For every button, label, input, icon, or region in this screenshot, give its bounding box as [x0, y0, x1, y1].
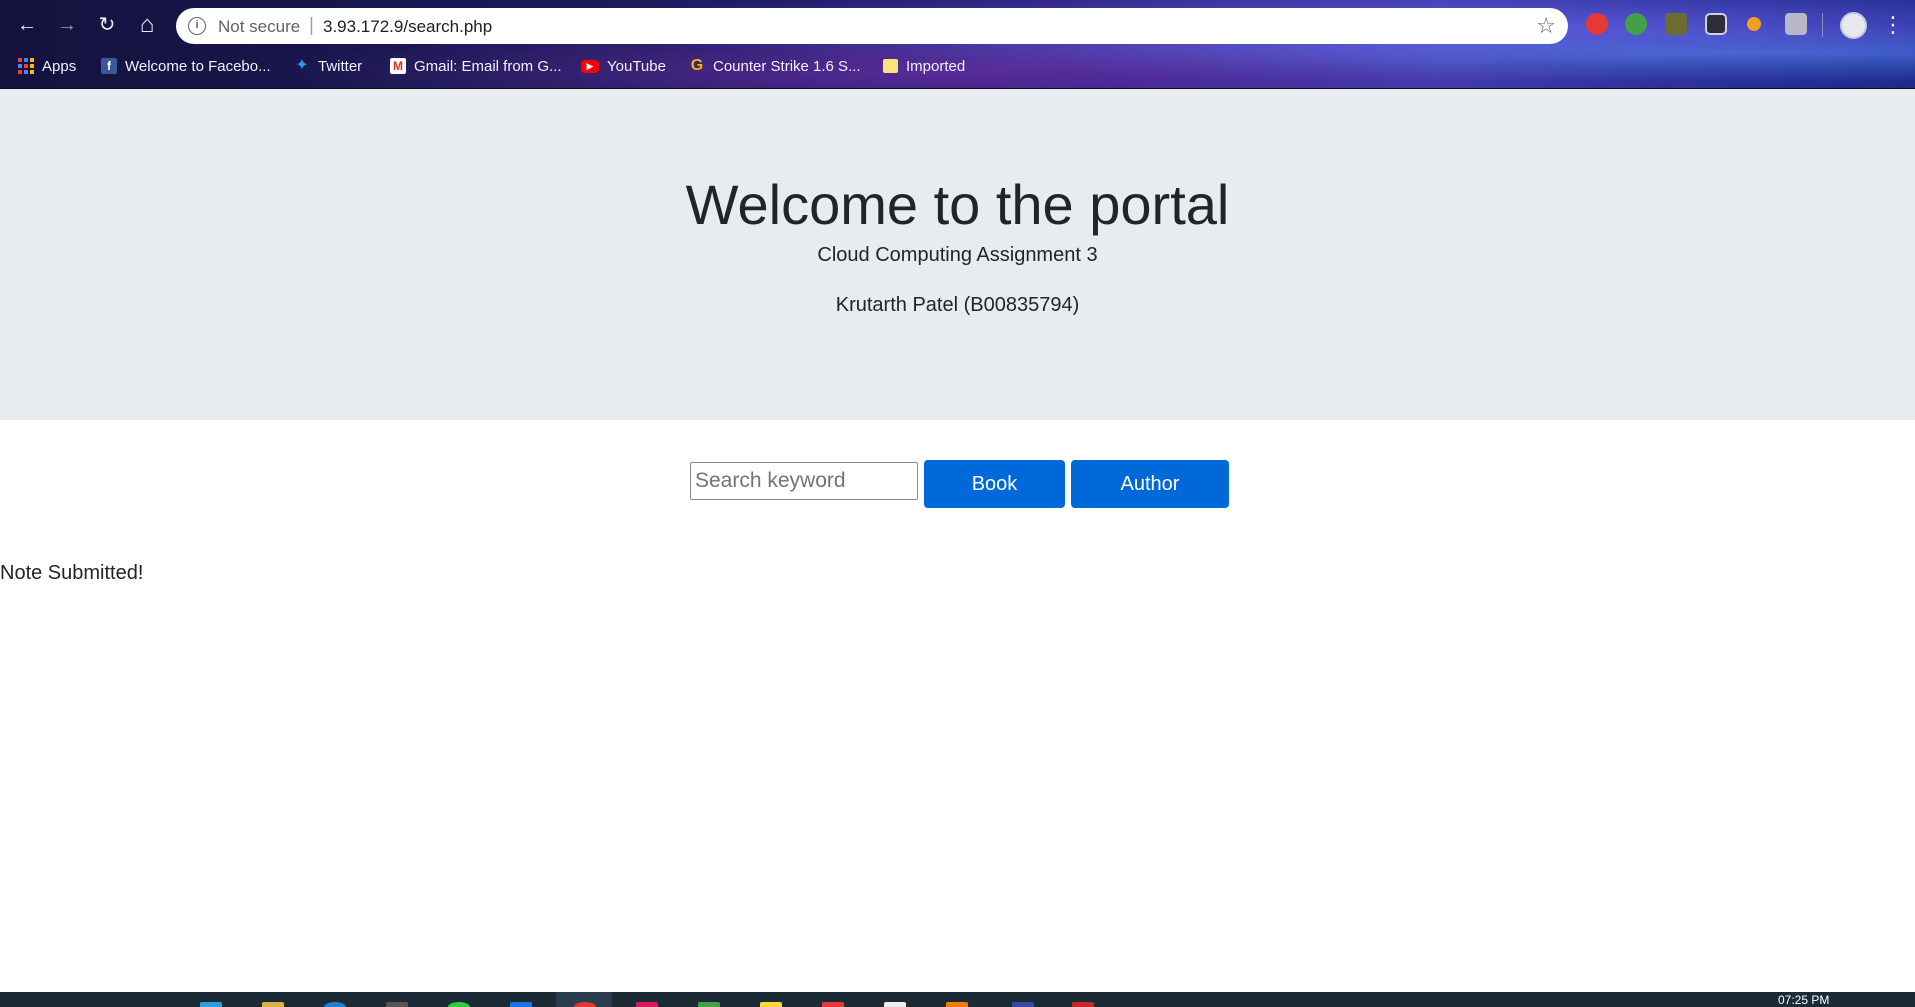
extension-green-icon[interactable]	[1625, 13, 1647, 35]
bookmark-label: Welcome to Facebo...	[125, 57, 271, 75]
extension-glasses-icon[interactable]	[1705, 13, 1727, 35]
back-button[interactable]: ←	[13, 11, 41, 39]
taskbar-edge-icon[interactable]	[324, 1002, 346, 1007]
extension-red-icon[interactable]	[1586, 13, 1608, 35]
bookmark-label: Twitter	[318, 57, 363, 75]
search-input[interactable]	[690, 462, 918, 500]
taskbar-spotify-icon[interactable]	[448, 1002, 470, 1007]
taskbar-app-icon[interactable]	[510, 1002, 532, 1007]
address-url[interactable]: 3.93.172.9/search.php	[323, 17, 492, 37]
extension-orange-icon[interactable]	[1747, 17, 1761, 31]
bookmarks-bar: Apps f Welcome to Facebo... ✦ Twitter M …	[0, 50, 1915, 80]
jumbotron-header: Welcome to the portal Cloud Computing As…	[0, 89, 1915, 420]
facebook-icon: f	[101, 58, 117, 74]
taskbar-app-icon[interactable]	[386, 1002, 408, 1007]
profile-avatar[interactable]	[1840, 12, 1867, 39]
reload-button[interactable]: ↻	[93, 11, 121, 39]
taskbar-app-icon[interactable]	[760, 1002, 782, 1007]
taskbar-folder-icon[interactable]	[262, 1002, 284, 1007]
taskbar-app-icon[interactable]	[884, 1002, 906, 1007]
bookmark-gmail[interactable]: M Gmail: Email from G...	[390, 56, 562, 76]
page-subtitle: Cloud Computing Assignment 3	[817, 244, 1098, 266]
taskbar-app-icon[interactable]	[200, 1002, 222, 1007]
bookmark-counter-strike[interactable]: G Counter Strike 1.6 S...	[689, 56, 861, 76]
book-search-button[interactable]: Book Search	[924, 460, 1065, 543]
bookmark-imported[interactable]: Imported	[883, 56, 965, 76]
bookmark-star-icon[interactable]: ☆	[1536, 13, 1556, 39]
author-search-button[interactable]: Author Search	[1071, 460, 1229, 543]
youtube-icon: ▶	[581, 59, 599, 73]
gmail-icon: M	[390, 58, 406, 74]
taskbar-app-icon[interactable]	[1072, 1002, 1094, 1007]
author-line: Krutarth Patel (B00835794)	[835, 294, 1080, 316]
taskbar-chrome-icon[interactable]	[574, 1002, 596, 1007]
page-title: Welcome to the portal	[685, 173, 1230, 236]
bookmark-label: Apps	[42, 57, 77, 75]
bookmark-label: Gmail: Email from G...	[414, 57, 562, 75]
bookmark-label: YouTube	[607, 57, 666, 75]
address-bar[interactable]: i Not secure | 3.93.172.9/search.php ☆	[176, 8, 1568, 44]
taskbar-app-icon[interactable]	[822, 1002, 844, 1007]
apps-grid-icon	[18, 58, 34, 74]
taskbar-app-icon[interactable]	[636, 1002, 658, 1007]
home-button[interactable]: ⌂	[133, 11, 161, 39]
address-separator: |	[309, 15, 314, 36]
bookmark-label: Counter Strike 1.6 S...	[713, 57, 861, 75]
bookmark-label: Imported	[906, 57, 966, 75]
extension-olive-icon[interactable]	[1665, 13, 1687, 35]
folder-icon	[883, 59, 898, 73]
bookmark-twitter[interactable]: ✦ Twitter	[294, 56, 362, 76]
taskbar-app-icon[interactable]	[1012, 1002, 1034, 1007]
taskbar-clock[interactable]: 07:25 PM	[1778, 993, 1829, 1007]
bookmark-facebook[interactable]: f Welcome to Facebo...	[101, 56, 271, 76]
status-message: Note Submitted!	[0, 562, 144, 584]
toolbar-divider	[1822, 13, 1823, 37]
counter-strike-icon: G	[690, 57, 704, 74]
info-icon[interactable]: i	[188, 17, 206, 35]
security-label: Not secure	[218, 17, 301, 36]
taskbar-app-icon[interactable]	[698, 1002, 720, 1007]
os-taskbar: 07:25 PM	[0, 992, 1915, 1007]
forward-button[interactable]: →	[53, 11, 81, 39]
taskbar-app-icon[interactable]	[946, 1002, 968, 1007]
browser-toolbar: ← → ↻ ⌂ i Not secure | 3.93.172.9/search…	[0, 0, 1915, 50]
twitter-icon: ✦	[295, 57, 309, 74]
bookmark-apps[interactable]: Apps	[18, 56, 76, 76]
bookmark-youtube[interactable]: ▶ YouTube	[581, 56, 666, 76]
extension-grey-icon[interactable]	[1785, 13, 1807, 35]
browser-menu-icon[interactable]: ⋮	[1882, 11, 1904, 39]
browser-chrome: ← → ↻ ⌂ i Not secure | 3.93.172.9/search…	[0, 0, 1915, 89]
